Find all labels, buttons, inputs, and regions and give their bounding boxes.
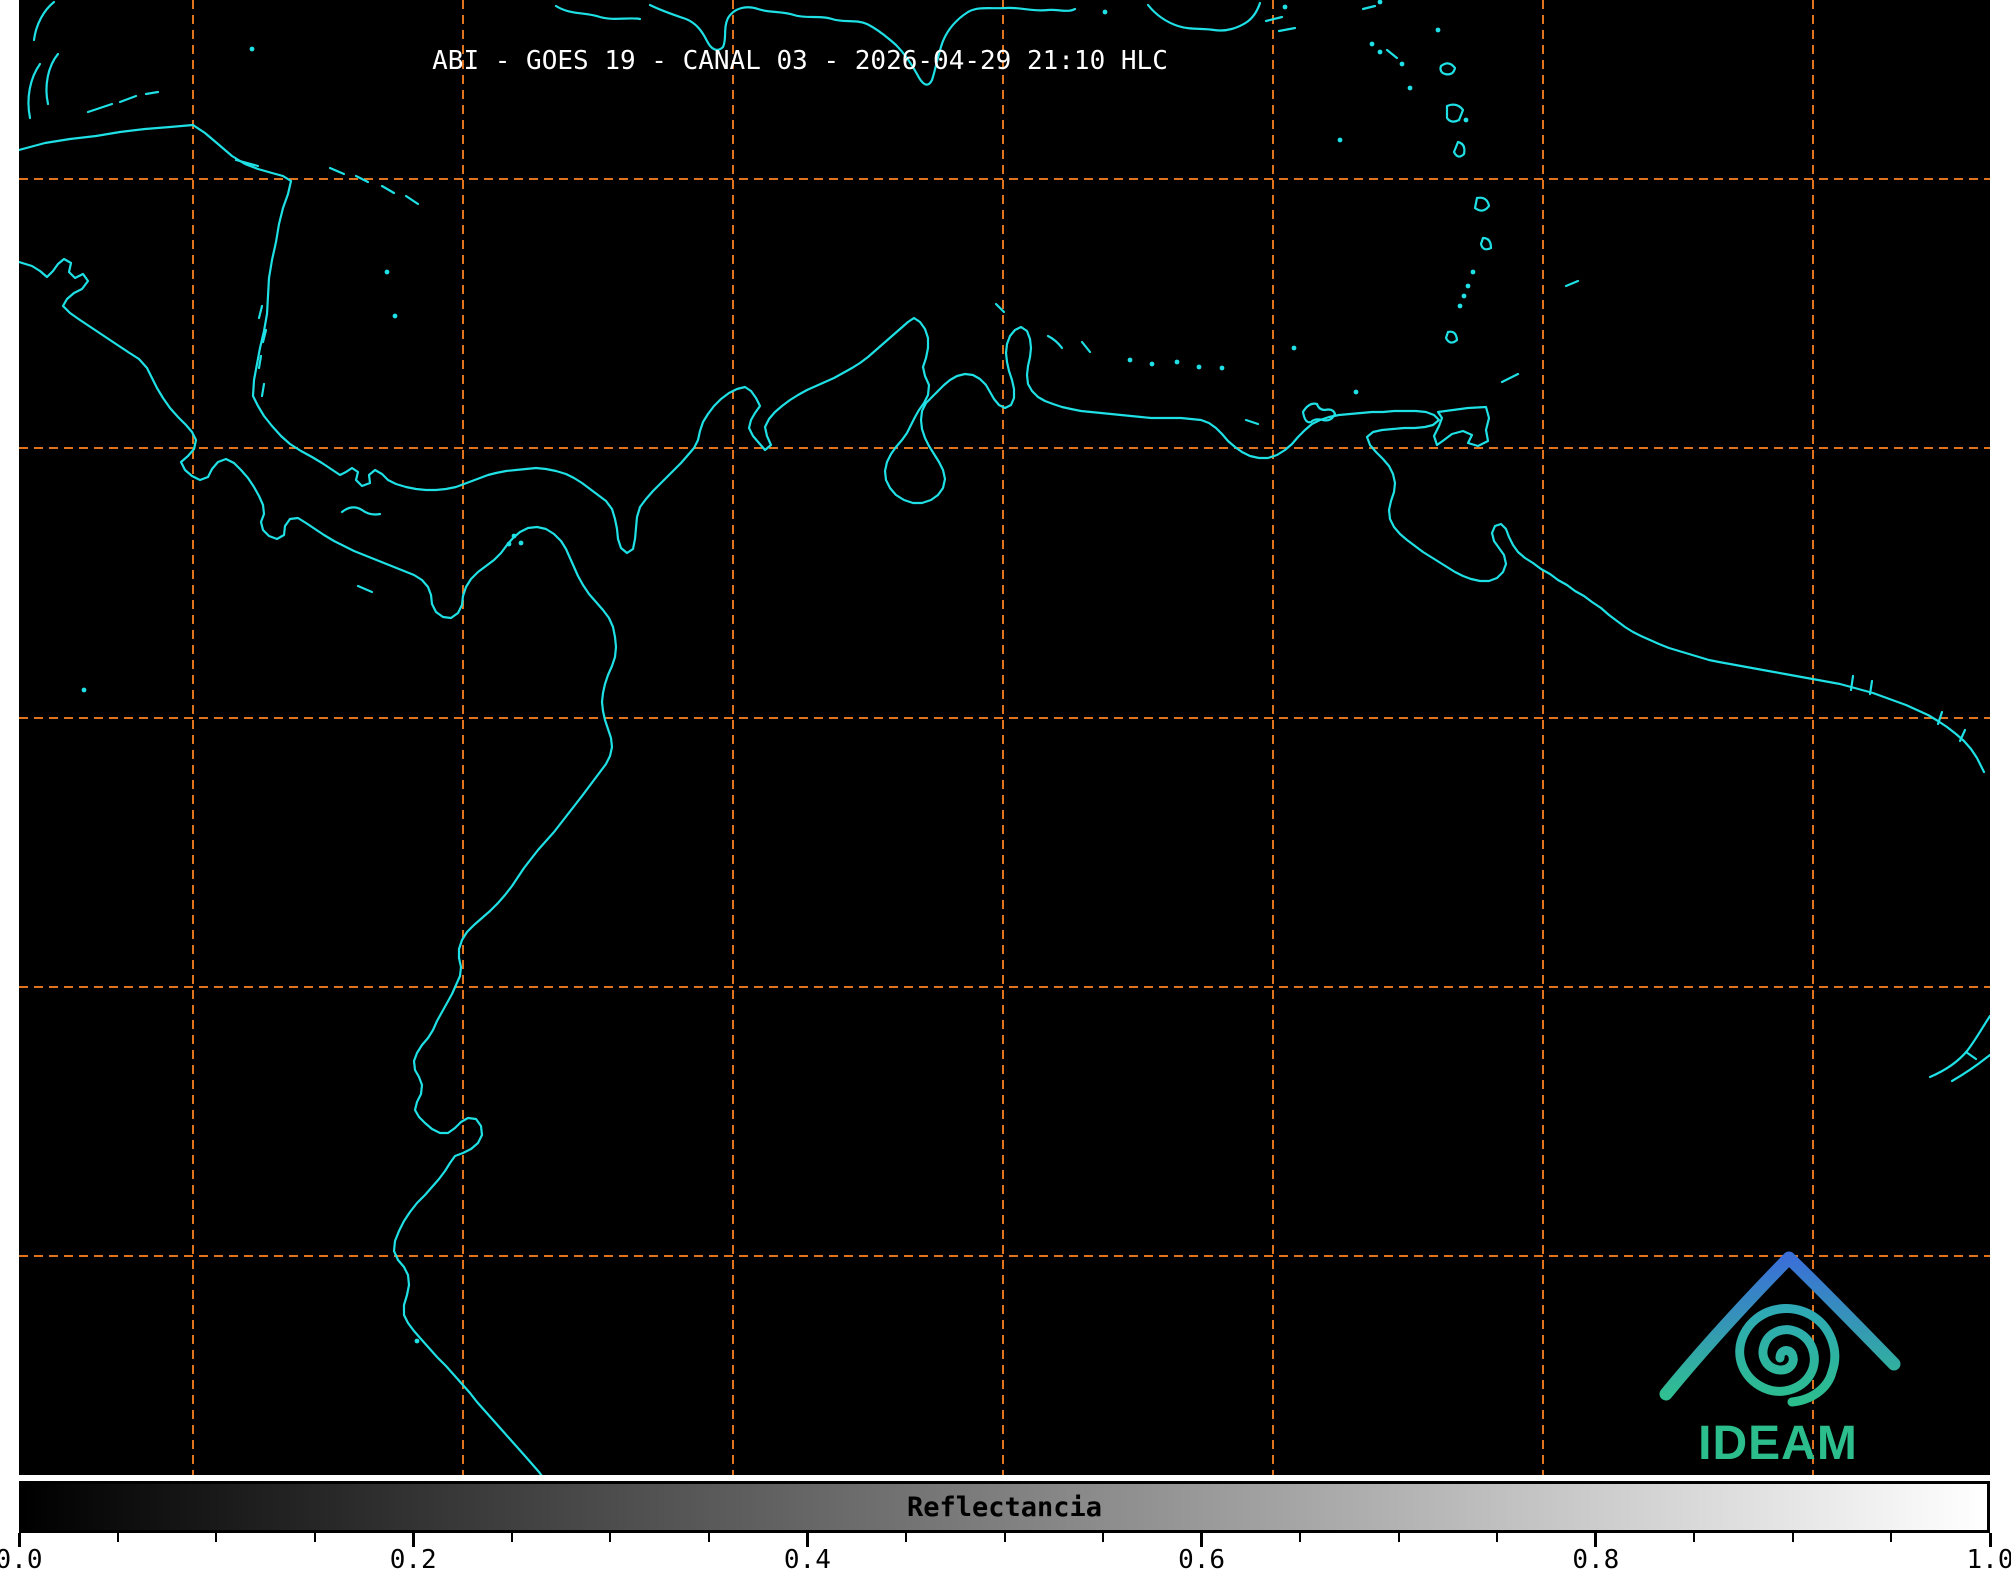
satellite-product-page: { "header": { "title": "ABI - GOES 19 - …	[0, 0, 2011, 1577]
coastline-path	[88, 104, 112, 112]
coastline-path	[1279, 28, 1295, 31]
coastline-path	[1246, 420, 1258, 424]
island-dot	[1400, 62, 1405, 67]
island-dot	[1378, 0, 1383, 4]
colorbar-minor-tick	[1299, 1533, 1301, 1542]
graticule-gridlines	[19, 0, 1990, 1475]
island-dot	[393, 314, 398, 319]
coastline-path	[1454, 142, 1464, 157]
island-dot	[1128, 358, 1133, 363]
colorbar-tick-label: 0.4	[762, 1545, 852, 1575]
coastline-path	[556, 6, 640, 19]
island-dot	[1464, 118, 1469, 123]
colorbar-tick-label: 0.0	[0, 1545, 64, 1575]
coastline-path	[28, 64, 40, 118]
colorbar-minor-tick	[117, 1533, 119, 1542]
island-dot	[1354, 390, 1359, 395]
colorbar-minor-tick	[314, 1533, 316, 1542]
colorbar-tick-label: 1.0	[1945, 1545, 2011, 1575]
colorbar-tick-label: 0.2	[368, 1545, 458, 1575]
island-dot	[1408, 86, 1413, 91]
ideam-logo-text: IDEAM	[1698, 1416, 1858, 1471]
coastline-path	[1303, 404, 1335, 423]
coastline-path	[146, 92, 158, 94]
map-canvas	[19, 0, 1990, 1475]
coastline-path	[382, 186, 394, 193]
coastline-path	[358, 586, 372, 592]
island-dot	[1471, 270, 1476, 275]
coastline-path	[1475, 198, 1489, 211]
island-dot	[1378, 50, 1383, 55]
coastline-path	[120, 96, 136, 102]
colorbar-minor-tick	[1496, 1533, 1498, 1542]
island-dot	[507, 542, 512, 547]
coastline-path	[46, 54, 58, 104]
coastline-path	[34, 2, 54, 40]
coastline-path	[259, 306, 262, 318]
coastline-path	[406, 196, 418, 204]
island-dot	[512, 534, 517, 539]
coastline-path	[330, 168, 344, 174]
coastline-path	[342, 507, 380, 514]
colorbar-minor-tick	[511, 1533, 513, 1542]
ideam-logo-mark	[1666, 1258, 1894, 1402]
colorbar-minor-tick	[1890, 1533, 1892, 1542]
colorbar-minor-tick	[1102, 1533, 1104, 1542]
map-title: ABI - GOES 19 - CANAL 03 - 2026-04-29 21…	[432, 46, 1168, 76]
colorbar-tick-label: 0.8	[1551, 1545, 1641, 1575]
coastline-path	[1441, 63, 1456, 74]
colorbar-minor-tick	[905, 1533, 907, 1542]
coastline-path	[1481, 238, 1491, 249]
coastline-path	[1387, 50, 1397, 58]
reflectance-colorbar: Reflectancia	[19, 1481, 1990, 1533]
island-dots	[82, 0, 1476, 1343]
colorbar-minor-tick	[609, 1533, 611, 1542]
logo-hurricane-spiral-icon	[1740, 1308, 1835, 1402]
island-dot	[1370, 42, 1375, 47]
colorbar-minor-tick	[1398, 1533, 1400, 1542]
island-dot	[385, 270, 390, 275]
island-dot	[250, 47, 255, 52]
colorbar-minor-tick	[708, 1533, 710, 1542]
colorbar-minor-tick	[215, 1533, 217, 1542]
coastline-path	[1966, 1052, 1976, 1059]
island-dot	[1338, 138, 1343, 143]
island-dot	[1220, 366, 1225, 371]
coastline-path	[1363, 6, 1375, 9]
satellite-map-panel	[19, 0, 1990, 1475]
island-dot	[82, 688, 87, 693]
colorbar-minor-tick	[1792, 1533, 1794, 1542]
coastline-path	[1566, 281, 1578, 286]
colorbar-minor-tick	[1693, 1533, 1695, 1542]
island-dot	[1292, 346, 1297, 351]
coastline-path	[1048, 336, 1062, 348]
coastline-path	[19, 259, 616, 1475]
island-dot	[1283, 5, 1288, 10]
island-dot	[1175, 360, 1180, 365]
coastline-path	[262, 384, 264, 396]
colorbar-label: Reflectancia	[22, 1484, 1987, 1530]
island-dot	[415, 1339, 420, 1344]
island-dot	[519, 541, 524, 546]
coastlines	[19, 2, 1990, 1475]
colorbar-tick-label: 0.6	[1157, 1545, 1247, 1575]
coastline-path	[1148, 3, 1260, 31]
island-dot	[1150, 362, 1155, 367]
island-dot	[1462, 294, 1467, 299]
island-dot	[1466, 284, 1471, 289]
island-dot	[1436, 28, 1441, 33]
island-dot	[1197, 365, 1202, 370]
coastline-path	[1082, 342, 1090, 352]
coastline-path	[1502, 374, 1518, 382]
colorbar-minor-tick	[1004, 1533, 1006, 1542]
coastline-path	[1447, 105, 1463, 122]
island-dot	[1458, 304, 1463, 309]
coastline-path	[1434, 407, 1489, 446]
coastline-path	[1930, 1016, 1990, 1077]
coastline-path	[1446, 332, 1457, 343]
island-dot	[1103, 10, 1108, 15]
coastline-path	[259, 356, 261, 368]
